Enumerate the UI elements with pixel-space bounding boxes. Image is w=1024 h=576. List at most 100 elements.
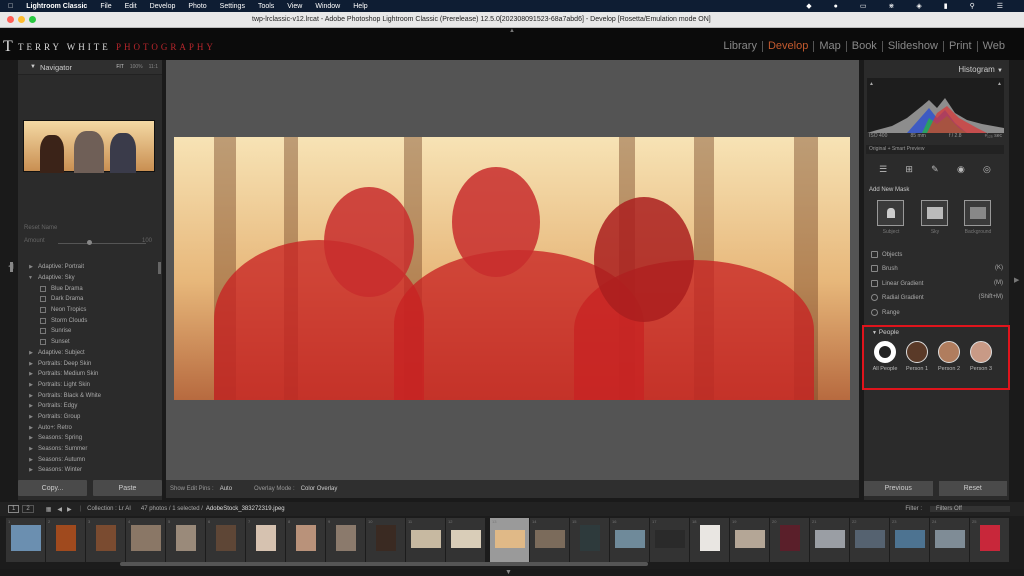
mask-linear-gradient-row[interactable]: Linear Gradient (M) (871, 280, 1003, 287)
preset-folder[interactable]: ▶ Adaptive: Subject (20, 348, 160, 359)
histogram-header[interactable]: Histogram ▼ (958, 65, 1003, 74)
film-cell[interactable]: 21 (810, 518, 850, 562)
menu-app-name[interactable]: Lightroom Classic (26, 3, 87, 10)
search-icon[interactable]: ⚲ (970, 2, 975, 10)
film-cell[interactable]: 6 (206, 518, 246, 562)
paste-button[interactable]: Paste (93, 480, 162, 496)
preset-folder[interactable]: ▼ Adaptive: Sky (20, 273, 160, 284)
preset-item[interactable]: Neon Tropics (20, 305, 160, 316)
forward-arrow-icon[interactable]: ▶ (67, 506, 72, 513)
menu-help[interactable]: Help (353, 3, 367, 10)
preset-folder[interactable]: ▶ Portraits: Light Skin (20, 380, 160, 391)
preset-folder[interactable]: ▶ Seasons: Spring (20, 433, 160, 444)
film-cell[interactable]: 25 (970, 518, 1010, 562)
sliders-icon[interactable]: ☰ (879, 164, 887, 175)
preset-item[interactable]: Blue Drama (20, 283, 160, 294)
film-cell[interactable]: 17 (650, 518, 690, 562)
mask-objects-row[interactable]: Objects (871, 251, 1003, 258)
amount-slider-thumb[interactable] (87, 240, 92, 245)
mask-background-tile[interactable] (964, 200, 991, 226)
grid-view-icon[interactable]: ▦ (46, 506, 52, 513)
film-cell[interactable]: 8 (286, 518, 326, 562)
zoom-100[interactable]: 100% (130, 64, 143, 70)
red-eye-icon[interactable]: ◉ (957, 164, 965, 175)
zoom-11[interactable]: 11:1 (149, 64, 158, 70)
film-cell[interactable]: 22 (850, 518, 890, 562)
film-cell[interactable]: 23 (890, 518, 930, 562)
wifi-icon[interactable]: ◈ (916, 2, 921, 10)
menu-settings[interactable]: Settings (220, 3, 245, 10)
shadow-clip-icon[interactable]: ▲ (869, 81, 874, 87)
left-panel-edge[interactable] (10, 262, 13, 272)
film-cell[interactable]: 18 (690, 518, 730, 562)
reset-button[interactable]: Reset (938, 481, 1007, 496)
back-arrow-icon[interactable]: ◀ (57, 506, 62, 513)
mask-sky-tile[interactable] (921, 200, 948, 226)
person-2-button[interactable] (938, 341, 960, 363)
main-photo-with-mask-overlay[interactable] (174, 137, 850, 400)
preset-item[interactable]: Dark Drama (20, 294, 160, 305)
film-cell[interactable]: 5 (166, 518, 206, 562)
zoom-window-icon[interactable] (29, 16, 36, 23)
masking-icon[interactable]: ◎ (983, 164, 991, 175)
module-book[interactable]: Book (847, 41, 883, 52)
right-panel-toggle-icon[interactable]: ▶ (1014, 276, 1019, 284)
preset-item[interactable]: Sunset (20, 337, 160, 348)
preset-folder[interactable]: ▶ Seasons: Autumn (20, 454, 160, 465)
page-2-button[interactable]: 2 (22, 505, 34, 513)
film-cell[interactable]: 10 (366, 518, 406, 562)
page-1-button[interactable]: 1 (8, 505, 20, 513)
preset-folder[interactable]: ▶ Auto+: Retro (20, 422, 160, 433)
preset-folder[interactable]: ▶ Portraits: Group (20, 412, 160, 423)
amount-slider-track[interactable] (58, 243, 146, 244)
preset-folder[interactable]: ▶ Seasons: Winter (20, 465, 160, 476)
histogram[interactable]: ▲ ▲ (867, 78, 1004, 133)
person-3-button[interactable] (970, 341, 992, 363)
close-window-icon[interactable] (7, 16, 14, 23)
film-cell[interactable]: 20 (770, 518, 810, 562)
person-1-button[interactable] (906, 341, 928, 363)
menu-window[interactable]: Window (315, 3, 340, 10)
menu-view[interactable]: View (287, 3, 302, 10)
dropbox-icon[interactable]: ◆ (806, 2, 811, 10)
film-cell[interactable]: 4 (126, 518, 166, 562)
mask-radial-gradient-row[interactable]: Radial Gradient (Shift+M) (871, 294, 1003, 301)
filmstrip-scrollbar[interactable] (120, 562, 648, 566)
menu-edit[interactable]: Edit (125, 3, 137, 10)
edit-pins-select[interactable]: Auto (220, 486, 232, 492)
overlay-mode-select[interactable]: Color Overlay (301, 486, 338, 492)
preset-folder[interactable]: ▶ Adaptive: Portrait (20, 262, 160, 273)
preset-folder[interactable]: ▶ Seasons: Summer (20, 444, 160, 455)
menu-file[interactable]: File (100, 3, 111, 10)
preset-folder[interactable]: ▶ Portraits: Edgy (20, 401, 160, 412)
film-cell[interactable]: 16 (610, 518, 650, 562)
battery-icon[interactable]: ▮ (944, 2, 948, 10)
people-header[interactable]: ▼ People (872, 329, 899, 336)
display-icon[interactable]: ▭ (860, 2, 867, 10)
healing-icon[interactable]: ✎ (931, 164, 939, 175)
module-print[interactable]: Print (944, 41, 978, 52)
module-map[interactable]: Map (814, 41, 847, 52)
apple-icon[interactable]:  (8, 3, 13, 10)
navigator-header[interactable]: ▼ Navigator FIT 100% 11:1 (18, 60, 162, 75)
mask-range-row[interactable]: Range (871, 309, 1003, 316)
all-people-button[interactable] (874, 341, 896, 363)
preset-item[interactable]: Storm Clouds (20, 315, 160, 326)
preset-folder[interactable]: ▶ Portraits: Black & White (20, 390, 160, 401)
preset-item[interactable]: Sunrise (20, 326, 160, 337)
film-cell[interactable]: 2 (46, 518, 86, 562)
navigator-preview[interactable] (23, 120, 155, 173)
film-cell[interactable]: 12 (446, 518, 486, 562)
module-web[interactable]: Web (978, 41, 1010, 52)
bluetooth-icon[interactable]: ⋇ (888, 2, 894, 10)
minimize-window-icon[interactable] (18, 16, 25, 23)
menu-photo[interactable]: Photo (188, 3, 206, 10)
module-develop[interactable]: Develop (763, 41, 815, 52)
module-library[interactable]: Library (718, 41, 763, 52)
filter-select[interactable]: Filters Off (930, 506, 1010, 512)
menu-develop[interactable]: Develop (150, 3, 176, 10)
smart-preview-status[interactable]: Original + Smart Preview (866, 145, 1004, 154)
film-cell[interactable]: 24 (930, 518, 970, 562)
crop-icon[interactable]: ⊞ (905, 164, 913, 175)
mask-subject-tile[interactable] (877, 200, 904, 226)
